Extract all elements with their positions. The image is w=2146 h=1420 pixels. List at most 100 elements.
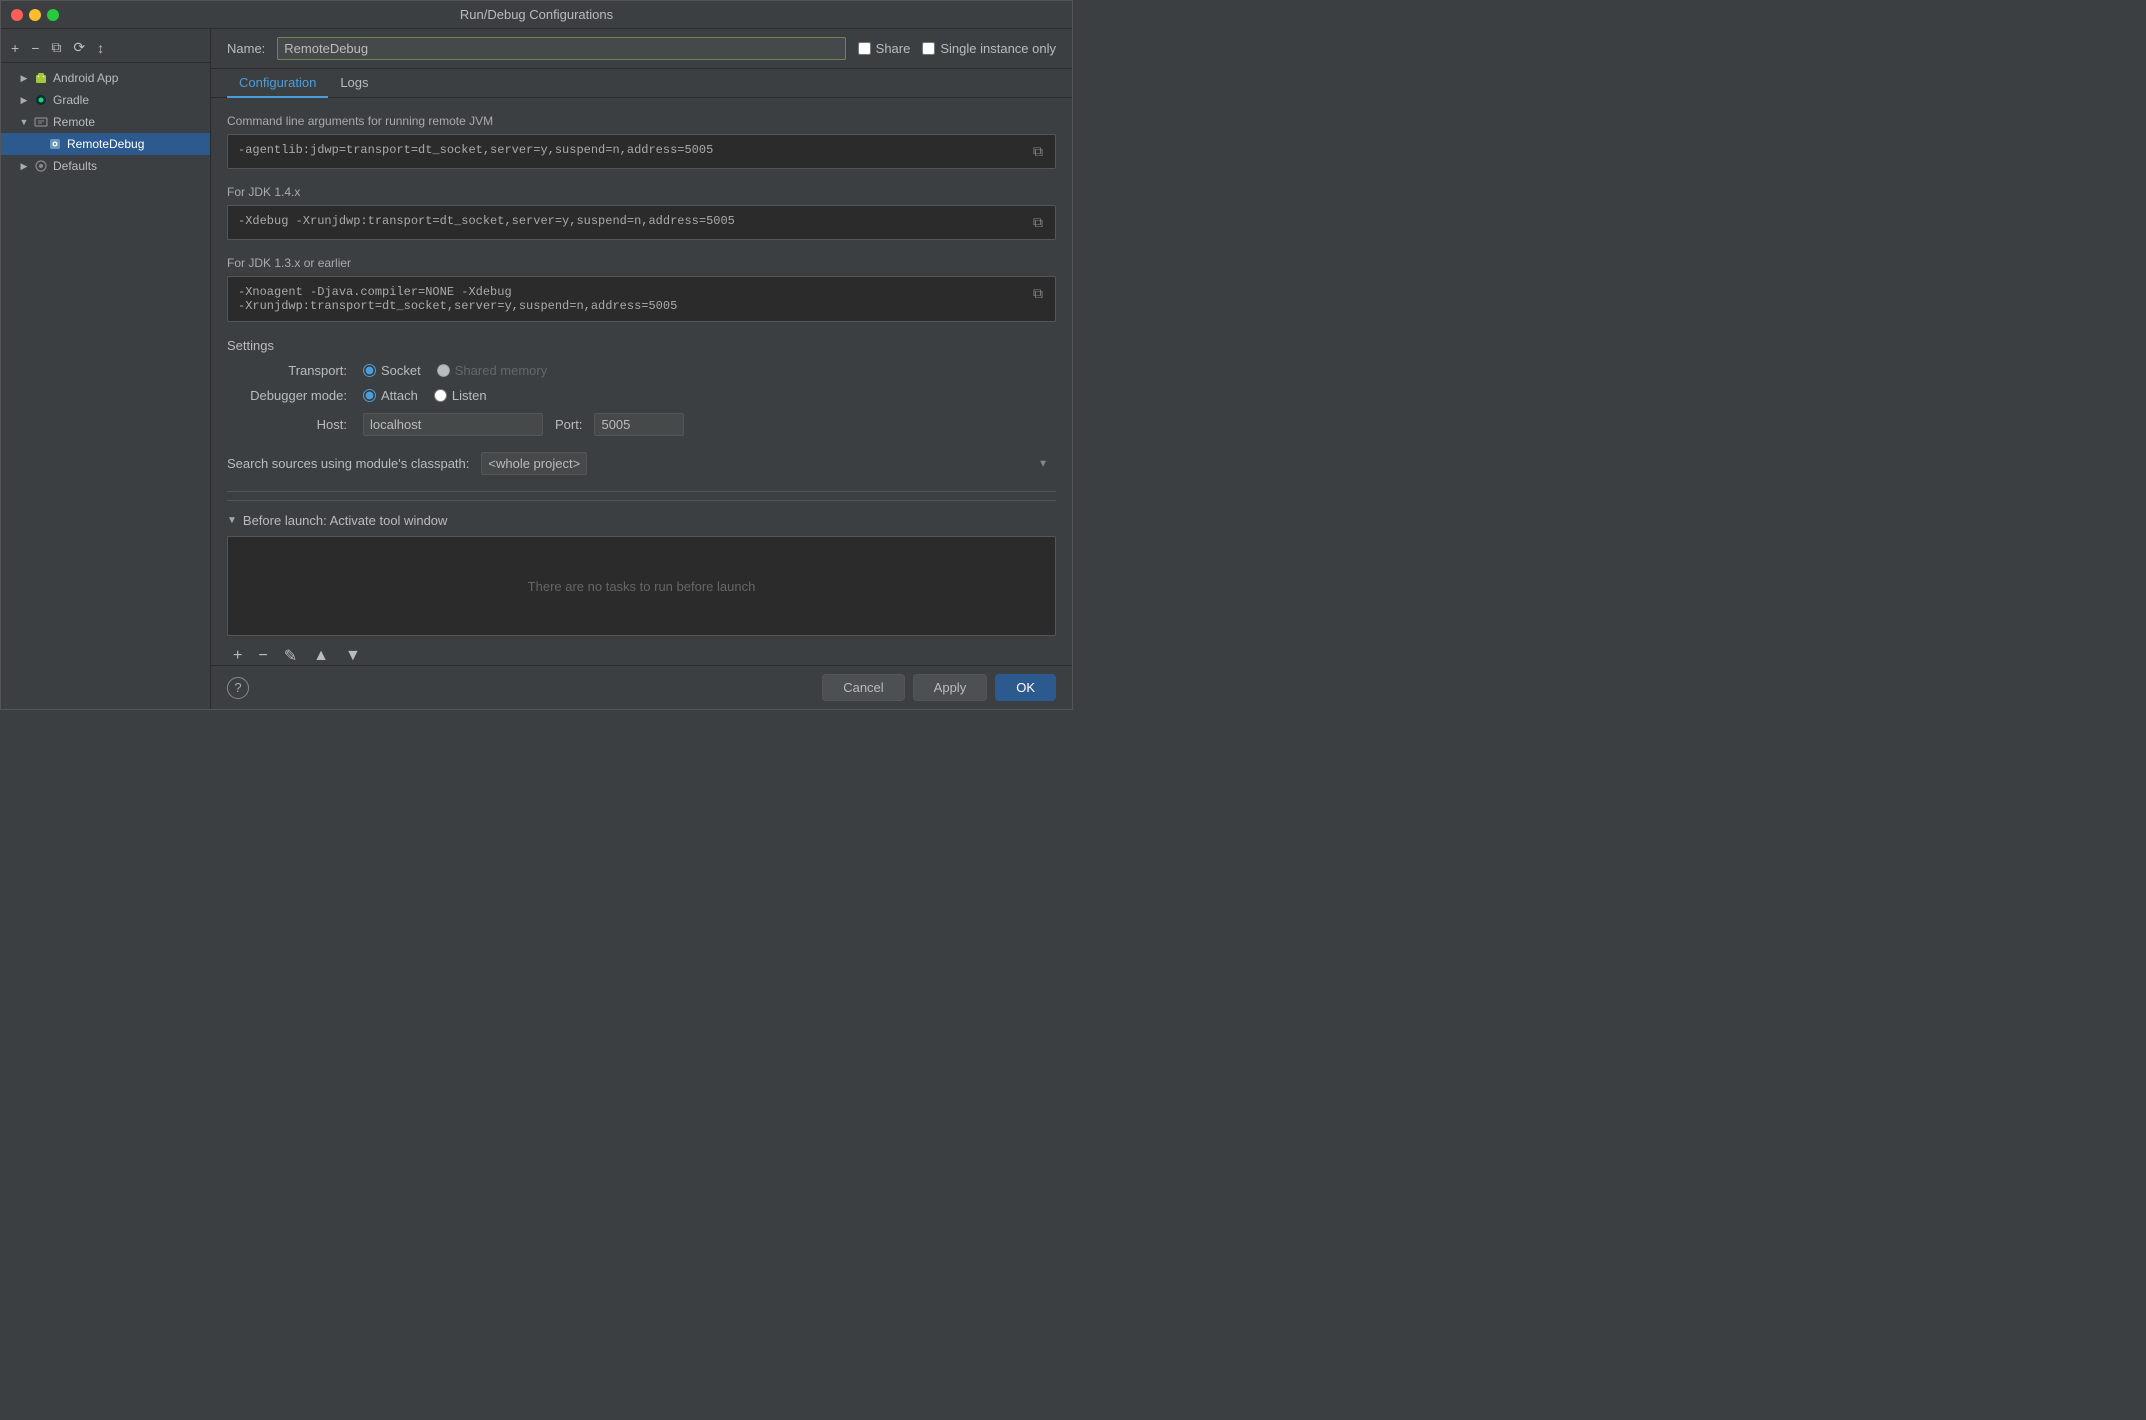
minimize-button[interactable] [29,9,41,21]
debugger-mode-row: Debugger mode: Attach Listen [227,388,1056,403]
sidebar: + − ⧉ ⟳ ↕ ▶ Android App ▶ [1,29,211,709]
no-tasks-text: There are no tasks to run before launch [528,579,756,594]
collapse-arrow-icon: ▼ [227,515,237,526]
jdk13-code: -Xnoagent -Djava.compiler=NONE -Xdebug-X… [238,285,1023,313]
single-instance-checkbox-group: Single instance only [922,41,1056,56]
transport-shared-memory-radio [437,364,450,377]
single-instance-checkbox[interactable] [922,42,935,55]
host-port-inputs: Port: [363,413,684,436]
debugger-listen-label: Listen [452,388,487,403]
settings-section: Settings Transport: Socket Shared memory [227,338,1056,436]
sidebar-item-remote-label: Remote [53,115,95,129]
arrow-icon: ▼ [17,115,31,129]
arrow-icon: ▶ [17,159,31,173]
window: Run/Debug Configurations + − ⧉ ⟳ ↕ ▶ And… [0,0,1073,710]
debugger-attach-label: Attach [381,388,418,403]
debugger-mode-label: Debugger mode: [227,388,347,403]
transport-socket-label: Socket [381,363,421,378]
settings-title: Settings [227,338,1056,353]
add-config-button[interactable]: + [7,38,23,58]
arrow-icon: ▶ [17,71,31,85]
remove-task-button[interactable]: − [252,644,273,665]
debugger-mode-radio-group: Attach Listen [363,388,487,403]
debugger-listen-option[interactable]: Listen [434,388,487,403]
jvm-section: Command line arguments for running remot… [227,114,1056,169]
footer: ? Cancel Apply OK [211,665,1072,709]
remove-config-button[interactable]: − [27,38,43,58]
sidebar-item-remote-debug-label: RemoteDebug [67,137,144,151]
transport-shared-memory-label: Shared memory [455,363,547,378]
tab-logs[interactable]: Logs [328,69,380,98]
transport-radio-group: Socket Shared memory [363,363,547,378]
jvm-label: Command line arguments for running remot… [227,114,1056,128]
single-instance-label[interactable]: Single instance only [940,41,1056,56]
name-label: Name: [227,41,265,56]
move-up-task-button[interactable]: ▲ [307,644,335,665]
share-checkbox[interactable] [858,42,871,55]
host-port-row: Host: Port: [227,413,1056,436]
apply-button[interactable]: Apply [913,674,988,701]
copy-config-button[interactable]: ⧉ [47,37,65,58]
window-title: Run/Debug Configurations [460,7,613,22]
name-row: Name: Share Single instance only [211,29,1072,69]
move-config-button[interactable]: ⟳ [69,37,89,58]
transport-socket-option[interactable]: Socket [363,363,421,378]
jdk14-copy-button[interactable]: ⧉ [1031,214,1045,231]
titlebar-buttons [11,9,59,21]
sidebar-item-remote[interactable]: ▼ Remote [1,111,210,133]
before-launch-area: There are no tasks to run before launch [227,536,1056,636]
transport-row: Transport: Socket Shared memory [227,363,1056,378]
main-body: + − ⧉ ⟳ ↕ ▶ Android App ▶ [1,29,1072,709]
transport-label: Transport: [227,363,347,378]
host-label: Host: [227,417,347,432]
before-launch-header[interactable]: ▼ Before launch: Activate tool window [227,513,1056,528]
sidebar-item-defaults-label: Defaults [53,159,97,173]
footer-buttons: Cancel Apply OK [822,674,1056,701]
sidebar-item-android-app-label: Android App [53,71,118,85]
jdk13-label: For JDK 1.3.x or earlier [227,256,1056,270]
edit-task-button[interactable]: ✎ [278,644,303,665]
separator [227,491,1056,492]
jdk13-copy-button[interactable]: ⧉ [1031,285,1045,302]
transport-socket-radio[interactable] [363,364,376,377]
share-checkbox-group: Share [858,41,911,56]
ok-button[interactable]: OK [995,674,1056,701]
jdk14-code: -Xdebug -Xrunjdwp:transport=dt_socket,se… [238,214,1023,228]
jvm-code: -agentlib:jdwp=transport=dt_socket,serve… [238,143,1023,157]
name-input[interactable] [277,37,845,60]
before-launch-section: ▼ Before launch: Activate tool window Th… [227,500,1056,665]
cancel-button[interactable]: Cancel [822,674,904,701]
classpath-select[interactable]: <whole project> [481,452,587,475]
content-panel: Name: Share Single instance only Configu… [211,29,1072,709]
debugger-attach-option[interactable]: Attach [363,388,418,403]
jdk14-section: For JDK 1.4.x -Xdebug -Xrunjdwp:transpor… [227,185,1056,240]
jvm-copy-button[interactable]: ⧉ [1031,143,1045,160]
jdk14-code-box: -Xdebug -Xrunjdwp:transport=dt_socket,se… [227,205,1056,240]
add-task-button[interactable]: + [227,644,248,665]
port-input[interactable] [594,413,684,436]
maximize-button[interactable] [47,9,59,21]
sidebar-item-remote-debug[interactable]: ▶ RemoteDebug [1,133,210,155]
titlebar: Run/Debug Configurations [1,1,1072,29]
classpath-row: Search sources using module's classpath:… [227,452,1056,475]
host-input[interactable] [363,413,543,436]
move-down-task-button[interactable]: ▼ [339,644,367,665]
footer-left: ? [227,677,249,699]
share-label[interactable]: Share [876,41,911,56]
port-label: Port: [555,417,582,432]
remote-icon [33,114,49,130]
sidebar-item-android-app[interactable]: ▶ Android App [1,67,210,89]
help-button[interactable]: ? [227,677,249,699]
classpath-select-wrapper: <whole project> [481,452,1056,475]
close-button[interactable] [11,9,23,21]
tab-configuration[interactable]: Configuration [227,69,328,98]
tabs-bar: Configuration Logs [211,69,1072,98]
debug-icon [47,136,63,152]
sort-config-button[interactable]: ↕ [93,38,108,58]
sidebar-item-defaults[interactable]: ▶ Defaults [1,155,210,177]
android-icon [33,70,49,86]
debugger-attach-radio[interactable] [363,389,376,402]
sidebar-item-gradle[interactable]: ▶ Gradle [1,89,210,111]
debugger-listen-radio[interactable] [434,389,447,402]
sidebar-items: ▶ Android App ▶ Gradle ▼ [1,63,210,709]
